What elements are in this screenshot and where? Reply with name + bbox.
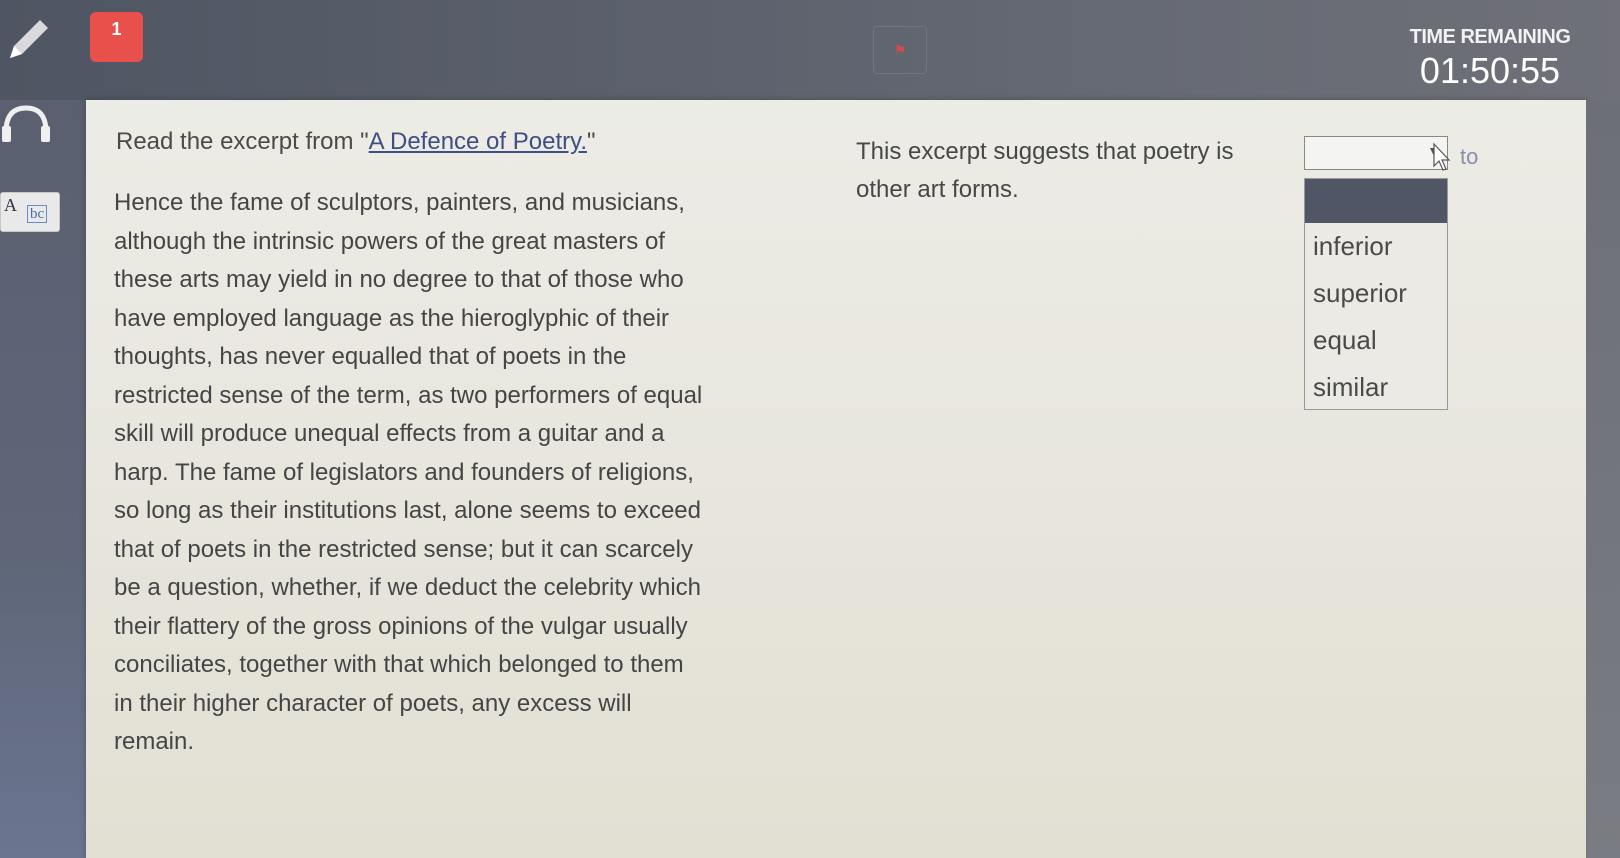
dropdown-option-similar[interactable]: similar [1305, 364, 1447, 411]
passage-line: their flattery of the gross opinions of … [114, 612, 688, 640]
top-bar [0, 0, 1620, 100]
passage-line: remain. [114, 728, 195, 755]
question-prompt-line2: other art forms. [856, 176, 1019, 203]
answer-dropdown[interactable]: ▼ [1304, 136, 1448, 170]
passage-line: in their higher character of poets, any … [114, 689, 632, 717]
intro-suffix: " [586, 128, 596, 155]
question-number-badge[interactable]: 1 [90, 12, 143, 62]
passage-line: have employed language as the hieroglyph… [114, 304, 670, 332]
passage-line: be a question, whether, if we deduct the… [114, 574, 702, 601]
passage-line: although the intrinsic powers of the gre… [114, 227, 665, 255]
passage-text: Hence the fame of sculptors, painters, a… [114, 184, 834, 762]
dropdown-option-inferior[interactable]: inferior [1305, 223, 1447, 270]
passage-line: thoughts, has never equalled that of poe… [114, 343, 627, 370]
abc-dictionary-icon[interactable]: A bc [0, 192, 60, 232]
dropdown-highlight-row[interactable] [1305, 179, 1447, 223]
mouse-cursor-icon [1432, 142, 1452, 177]
pencil-icon[interactable] [4, 14, 54, 64]
headphones-icon[interactable] [0, 102, 52, 144]
dropdown-option-equal[interactable]: equal [1305, 317, 1447, 364]
passage-line: so long as their institutions last, alon… [114, 497, 701, 524]
question-prompt: This excerpt suggests that poetry is [856, 138, 1234, 165]
question-panel: Read the excerpt from "A Defence of Poet… [86, 100, 1586, 858]
passage-intro: Read the excerpt from "A Defence of Poet… [116, 128, 596, 156]
timer-value: 01:50:55 [1419, 50, 1561, 91]
passage-title-link[interactable]: A Defence of Poetry. [369, 128, 587, 155]
passage-line: conciliates, together with that which be… [114, 651, 684, 678]
passage-line: that of poets in the restricted sense; b… [114, 535, 693, 563]
dropdown-option-superior[interactable]: superior [1305, 270, 1447, 317]
passage-line: restricted sense of the term, as two per… [114, 381, 703, 409]
abc-icon-low: bc [27, 205, 48, 223]
question-suffix: to [1460, 144, 1479, 169]
passage-line: harp. The fame of legislators and founde… [114, 458, 694, 486]
abc-icon-cap: A [4, 195, 17, 215]
flag-icon[interactable]: ⚑ [873, 26, 927, 74]
passage-line: these arts may yield in no degree to tha… [114, 266, 684, 293]
passage-line: skill will produce unequal effects from … [114, 420, 665, 447]
intro-prefix: Read the excerpt from " [116, 128, 369, 155]
screen-edge [1586, 100, 1620, 858]
passage-line: Hence the fame of sculptors, painters, a… [114, 189, 685, 216]
timer-label: TIME REMAINING [1409, 26, 1571, 48]
dropdown-menu: inferior superior equal similar [1304, 178, 1448, 410]
